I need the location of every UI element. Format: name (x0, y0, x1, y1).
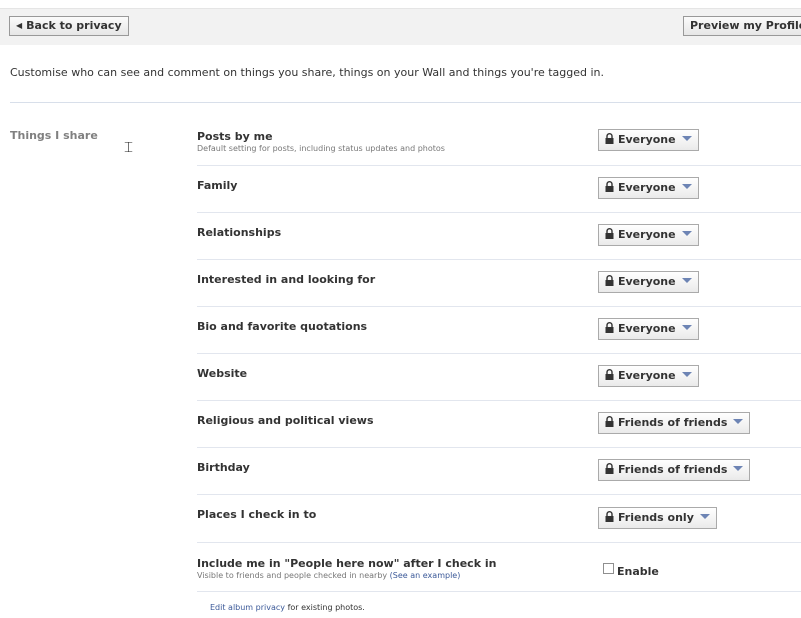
privacy-dropdown-bio[interactable]: Everyone (598, 318, 699, 340)
intro-text: Customise who can see and comment on thi… (10, 66, 605, 79)
lock-icon (605, 275, 614, 286)
enable-checkbox-label[interactable]: Enable (617, 565, 659, 578)
chevron-down-icon (681, 278, 692, 283)
setting-subtitle: Default setting for posts, including sta… (197, 144, 445, 153)
setting-title: Bio and favorite quotations (197, 320, 368, 333)
footer-note: Edit album privacy for existing photos. (210, 603, 365, 612)
dropdown-value: Friends of friends (618, 416, 728, 429)
setting-title: Religious and political views (197, 414, 374, 427)
setting-title: Relationships (197, 226, 282, 239)
lock-icon (605, 369, 614, 380)
chevron-down-icon (733, 466, 744, 471)
privacy-dropdown-places-check-in[interactable]: Friends only (598, 507, 717, 529)
chevron-down-icon (681, 184, 692, 189)
lock-icon (605, 463, 614, 474)
back-arrow-icon: ◀ (16, 21, 23, 30)
lock-icon (605, 181, 614, 192)
checkin-subtitle-text: Visible to friends and people checked in… (197, 571, 388, 580)
setting-row-relationships: Relationships Everyone (197, 213, 801, 260)
setting-subtitle: Visible to friends and people checked in… (197, 571, 460, 580)
chevron-down-icon (681, 231, 692, 236)
privacy-dropdown-family[interactable]: Everyone (598, 177, 699, 199)
dropdown-value: Everyone (618, 275, 676, 288)
lock-icon (605, 228, 614, 239)
setting-row-bio: Bio and favorite quotations Everyone (197, 307, 801, 354)
setting-title: Places I check in to (197, 508, 317, 521)
lock-icon (605, 511, 614, 522)
lock-icon (605, 322, 614, 333)
footer-text: for existing photos. (287, 603, 365, 612)
chevron-down-icon (733, 419, 744, 424)
text-cursor-icon: ⌶ (124, 138, 134, 156)
preview-profile-button[interactable]: Preview my Profile (683, 16, 801, 36)
setting-row-places-check-in: Places I check in to Friends only (197, 495, 801, 543)
preview-button-label: Preview my Profile (690, 19, 801, 32)
see-example-link[interactable]: (See an example) (390, 571, 461, 580)
privacy-dropdown-birthday[interactable]: Friends of friends (598, 459, 751, 481)
setting-title: Include me in "People here now" after I … (197, 557, 497, 570)
setting-title: Website (197, 367, 248, 380)
enable-checkbox[interactable] (603, 563, 614, 574)
chevron-down-icon (681, 372, 692, 377)
dropdown-value: Friends of friends (618, 463, 728, 476)
dropdown-value: Everyone (618, 181, 676, 194)
dropdown-value: Everyone (618, 133, 676, 146)
dropdown-value: Everyone (618, 228, 676, 241)
lock-icon (605, 416, 614, 427)
setting-row-birthday: Birthday Friends of friends (197, 448, 801, 495)
top-toolbar: ◀ Back to privacy Preview my Profile (0, 8, 801, 45)
setting-title: Interested in and looking for (197, 273, 376, 286)
privacy-dropdown-religious-political[interactable]: Friends of friends (598, 412, 751, 434)
chevron-down-icon (681, 325, 692, 330)
chevron-down-icon (699, 514, 710, 519)
setting-row-posts-by-me: Posts by me Default setting for posts, i… (197, 118, 801, 166)
edit-album-privacy-link[interactable]: Edit album privacy (210, 603, 285, 612)
privacy-dropdown-website[interactable]: Everyone (598, 365, 699, 387)
setting-title: Posts by me (197, 130, 273, 143)
back-to-privacy-button[interactable]: ◀ Back to privacy (9, 16, 129, 36)
dropdown-value: Everyone (618, 322, 676, 335)
privacy-dropdown-interested-in[interactable]: Everyone (598, 271, 699, 293)
setting-title: Birthday (197, 461, 250, 474)
setting-row-religious-political: Religious and political views Friends of… (197, 401, 801, 448)
back-button-label: Back to privacy (26, 19, 122, 32)
privacy-dropdown-posts-by-me[interactable]: Everyone (598, 129, 699, 151)
setting-row-interested-in: Interested in and looking for Everyone (197, 260, 801, 307)
setting-row-family: Family Everyone (197, 166, 801, 213)
chevron-down-icon (681, 136, 692, 141)
lock-icon (605, 133, 614, 144)
dropdown-value: Everyone (618, 369, 676, 382)
privacy-dropdown-relationships[interactable]: Everyone (598, 224, 699, 246)
setting-row-people-here-now: Include me in "People here now" after I … (197, 543, 801, 592)
setting-title: Family (197, 179, 238, 192)
setting-row-website: Website Everyone (197, 354, 801, 401)
divider (10, 102, 801, 103)
dropdown-value: Friends only (618, 511, 694, 524)
section-label-things-i-share: Things I share (10, 129, 98, 142)
